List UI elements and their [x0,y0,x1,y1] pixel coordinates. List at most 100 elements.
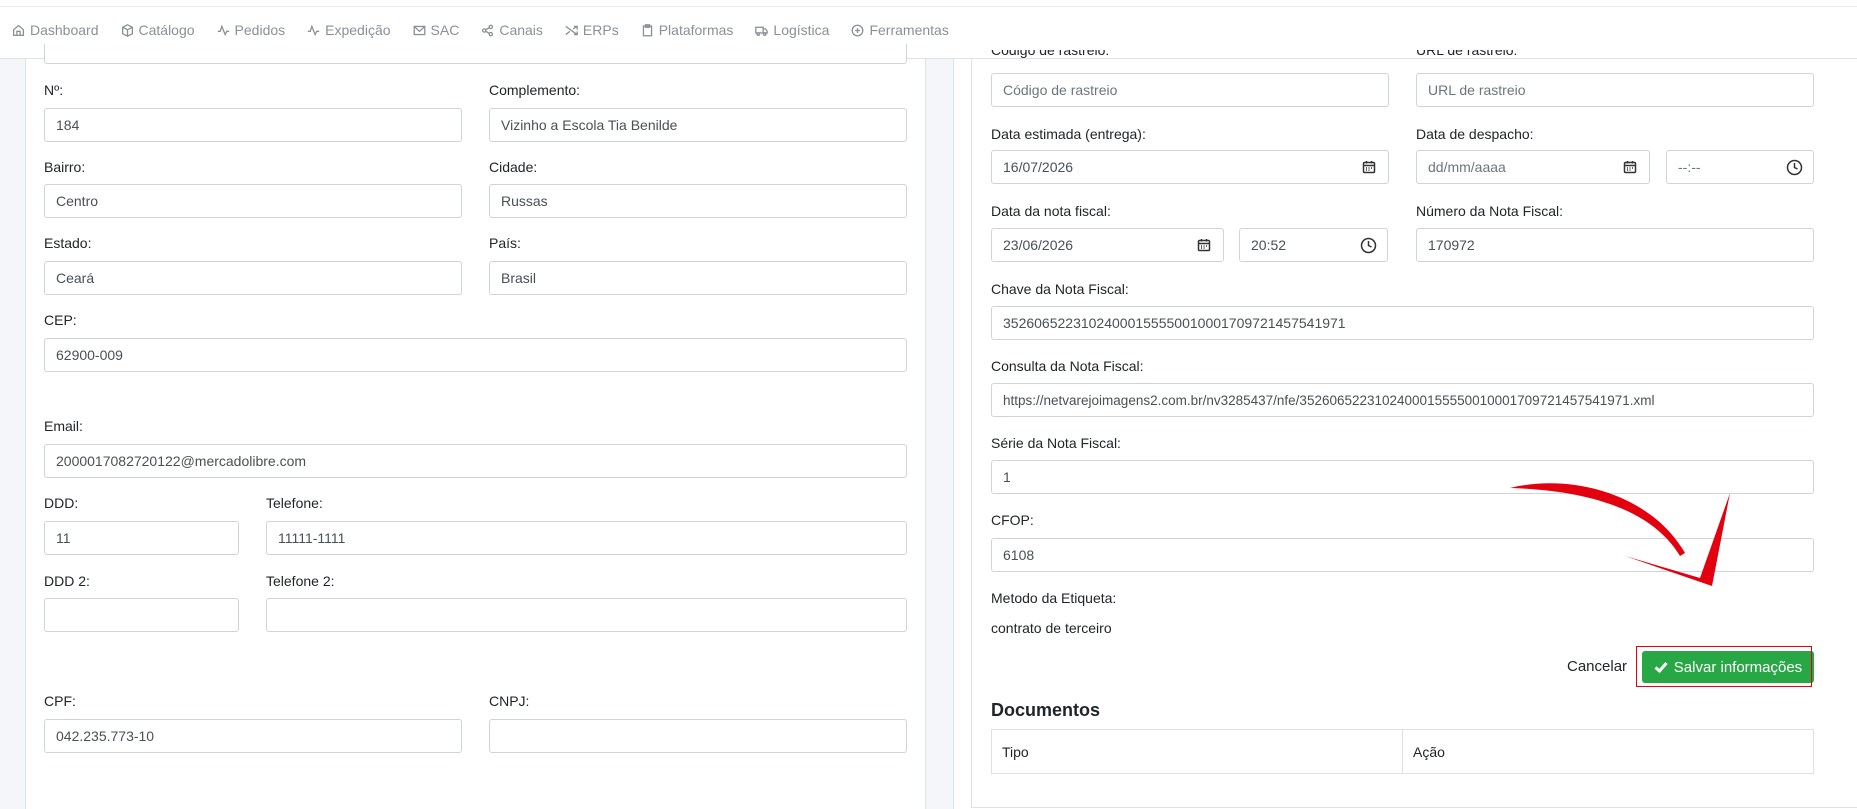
hora-nf-value: 20:52 [1251,237,1287,253]
data-despacho-placeholder: dd/mm/aaaa [1428,159,1506,175]
shuffle-icon [565,25,578,35]
telefone2-label: Telefone 2: [266,573,335,589]
rastreio-label: Código de rastreio: [991,50,1110,58]
annotation-arrow [1510,483,1730,586]
hora-despacho-placeholder: --:-- [1678,159,1701,175]
ddd2-label: DDD 2: [44,573,90,589]
consulta-nf-label: Consulta da Nota Fiscal: [991,358,1144,374]
metodo-etiqueta-label: Metodo da Etiqueta: [991,590,1117,606]
nav-dashboard[interactable]: Dashboard [12,22,99,38]
chave-nf-field[interactable]: 3526065223102400015555001000170972145754… [991,306,1814,340]
ddd2-field[interactable] [44,598,239,632]
nav-label: Plataformas [658,22,734,38]
hora-despacho-field[interactable]: --:-- [1666,150,1814,184]
nav-erps[interactable]: ERPs [565,22,619,38]
cpf-label: CPF: [44,693,76,709]
cnpj-label: CNPJ: [489,693,530,709]
telefone-value: 11111-1111 [278,530,346,546]
cep-value: 62900-009 [56,347,123,363]
email-label: Email: [44,418,83,434]
cep-label: CEP: [44,312,77,328]
chave-nf-label: Chave da Nota Fiscal: [991,281,1129,297]
numero-nf-field[interactable]: 170972 [1416,228,1814,262]
chave-nf-value: 3526065223102400015555001000170972145754… [1003,315,1346,331]
nav-label: Canais [499,22,543,38]
cnpj-field[interactable] [489,719,907,753]
bairro-field[interactable]: Centro [44,184,462,218]
nav-label: Ferramentas [869,22,949,38]
data-despacho-label: Data de despacho: [1416,126,1534,142]
plus-circle-icon [852,24,864,36]
nav-canais[interactable]: Canais [481,22,543,38]
cidade-field[interactable]: Russas [489,184,907,218]
telefone2-field[interactable] [266,598,907,632]
metodo-etiqueta-value: contrato de terceiro [991,620,1112,636]
column-header-acao: Ação [1402,730,1813,773]
annotation-highlight-box [1636,646,1812,687]
home-icon [12,24,25,36]
estado-field[interactable]: Ceará [44,261,462,295]
bairro-label: Bairro: [44,159,86,175]
clock-icon[interactable] [1360,237,1377,254]
consulta-nf-field[interactable]: https://netvarejoimagens2.com.br/nv32854… [991,383,1814,417]
truck-icon [755,26,769,36]
url-rastreio-label: URL de rastreio: [1416,50,1518,58]
box-icon [121,23,133,37]
numero-value: 184 [56,117,80,133]
calendar-icon[interactable] [1623,160,1637,174]
nav-plataformas[interactable]: Plataformas [641,22,734,38]
calendar-icon[interactable] [1362,160,1376,174]
main-nav: Dashboard Catálogo Pedidos Expedição SAC… [12,22,971,38]
complemento-label: Complemento: [489,82,581,98]
cidade-value: Russas [501,193,548,209]
nav-label: SAC [430,22,460,38]
hora-nf-field[interactable]: 20:52 [1239,228,1388,262]
complemento-field[interactable]: Vizinho a Escola Tia Benilde [489,108,907,142]
calendar-icon[interactable] [1197,238,1211,252]
email-value: 2000017082720122@mercadolibre.com [56,453,307,469]
data-estimada-label: Data estimada (entrega): [991,126,1146,142]
numero-nf-value: 170972 [1428,237,1475,253]
documents-table: Tipo Ação [991,729,1814,774]
clock-icon[interactable] [1786,159,1803,176]
previous-field-bottom[interactable] [44,44,907,64]
nav-logistica[interactable]: Logística [755,22,829,38]
data-estimada-field[interactable]: 16/07/2026 [991,150,1389,184]
documents-title: Documentos [991,700,1101,720]
clipboard-icon [642,23,652,36]
numero-nf-label: Número da Nota Fiscal: [1416,203,1564,219]
estado-value: Ceará [56,270,95,286]
nav-label: ERPs [582,22,619,38]
telefone-label: Telefone: [266,495,323,511]
cep-field[interactable]: 62900-009 [44,338,907,372]
telefone-field[interactable]: 11111-1111 [266,521,907,555]
rastreio-placeholder: Código de rastreio [1003,82,1118,98]
nav-catalogo[interactable]: Catálogo [121,22,195,38]
rastreio-field[interactable]: Código de rastreio [991,73,1389,107]
nav-label: Logística [773,22,830,38]
nav-label: Pedidos [234,22,286,38]
cpf-value: 042.235.773-10 [56,728,155,744]
nav-sac[interactable]: SAC [413,22,460,38]
activity-icon [217,24,229,36]
nav-pedidos[interactable]: Pedidos [217,22,286,38]
cancel-button[interactable]: Cancelar [1567,658,1627,675]
pais-field[interactable]: Brasil [489,261,907,295]
email-field[interactable]: 2000017082720122@mercadolibre.com [44,444,907,478]
data-nf-field[interactable]: 23/06/2026 [991,228,1224,262]
serie-nf-label: Série da Nota Fiscal: [991,435,1121,451]
ddd-field[interactable]: 11 [44,521,239,555]
nav-ferramentas[interactable]: Ferramentas [851,22,949,38]
column-header-tipo: Tipo [1002,744,1029,760]
data-nf-value: 23/06/2026 [1003,237,1074,253]
data-despacho-field[interactable]: dd/mm/aaaa [1416,150,1650,184]
url-rastreio-field[interactable]: URL de rastreio [1416,73,1814,107]
numero-field[interactable]: 184 [44,108,462,142]
data-nf-label: Data da nota fiscal: [991,203,1111,219]
numero-label: Nº: [44,82,64,98]
share-icon [482,24,494,36]
cpf-field[interactable]: 042.235.773-10 [44,719,462,753]
data-estimada-value: 16/07/2026 [1003,159,1074,175]
nav-expedicao[interactable]: Expedição [307,22,391,38]
nav-label: Expedição [325,22,391,38]
